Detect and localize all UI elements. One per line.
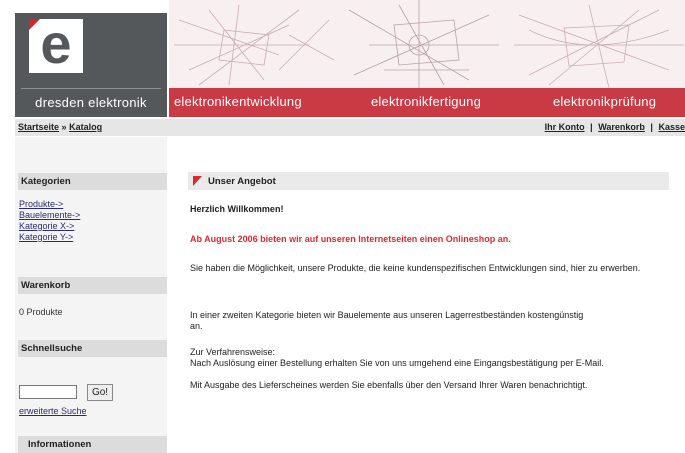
content-heading-bar: Unser Angebot — [188, 172, 669, 190]
category-link-products[interactable]: Produkte-> — [19, 199, 63, 209]
breadcrumb: Startseite » Katalog — [18, 122, 102, 132]
account-link[interactable]: Ihr Konto — [545, 122, 585, 132]
advanced-search-link[interactable]: erweiterte Suche — [19, 406, 87, 416]
site-header: e dresden elektronik elektronikentwicklu… — [0, 0, 685, 117]
procedure-shipping-text: Mit Ausgabe des Lieferscheines werden Si… — [190, 380, 588, 390]
navigation-bar: Startseite » Katalog Ihr Konto | Warenko… — [15, 119, 685, 136]
breadcrumb-separator: » — [61, 122, 67, 132]
category-link-y[interactable]: Kategorie Y-> — [19, 232, 73, 242]
red-corner-triangle-icon — [29, 19, 40, 30]
checkout-link[interactable]: Kasse — [658, 122, 685, 132]
category-link-components[interactable]: Bauelemente-> — [19, 210, 80, 220]
announcement-text: Ab August 2006 bieten wir auf unseren In… — [190, 234, 511, 244]
logo[interactable]: e dresden elektronik — [15, 13, 167, 117]
category-link-x[interactable]: Kategorie X-> — [19, 221, 74, 231]
procedure-heading: Zur Verfahrensweise: — [190, 347, 276, 357]
banner-label-development[interactable]: elektronikentwicklung — [174, 94, 302, 109]
brand-name: dresden elektronik — [35, 95, 147, 110]
cart-link[interactable]: Warenkorb — [598, 122, 645, 132]
header-banner: elektronikentwicklung elektronikfertigun… — [169, 0, 685, 117]
logo-divider — [21, 88, 161, 89]
procedure-order-text: Nach Auslösung einer Bestellung erhalten… — [190, 358, 604, 368]
quicksearch-input[interactable] — [19, 385, 77, 399]
banner-label-production[interactable]: elektronikfertigung — [371, 94, 481, 109]
information-title: Informationen — [18, 436, 167, 453]
categories-title: Kategorien — [18, 173, 167, 190]
welcome-heading: Herzlich Willkommen! — [190, 204, 284, 214]
banner-label-testing[interactable]: elektronikprüfung — [553, 94, 656, 109]
page-title: Unser Angebot — [208, 176, 276, 187]
sidebar: Kategorien Produkte-> Bauelemente-> Kate… — [15, 137, 167, 453]
cart-title: Warenkorb — [18, 277, 167, 294]
link-separator: | — [590, 122, 593, 132]
breadcrumb-catalog-link[interactable]: Katalog — [69, 122, 102, 132]
account-links: Ihr Konto | Warenkorb | Kasse — [545, 122, 685, 132]
paragraph-products: Sie haben die Möglichkeit, unsere Produk… — [190, 263, 641, 273]
breadcrumb-home-link[interactable]: Startseite — [18, 122, 59, 132]
quicksearch-go-button[interactable]: Go! — [87, 384, 113, 401]
paragraph-components: In einer zweiten Kategorie bieten wir Ba… — [190, 310, 584, 331]
red-triangle-flag-icon — [193, 176, 202, 186]
cart-count: 0 Produkte — [19, 307, 63, 317]
link-separator: | — [650, 122, 653, 132]
quicksearch-title: Schnellsuche — [18, 340, 167, 357]
main-content: Unser Angebot Herzlich Willkommen! Ab Au… — [169, 137, 685, 453]
